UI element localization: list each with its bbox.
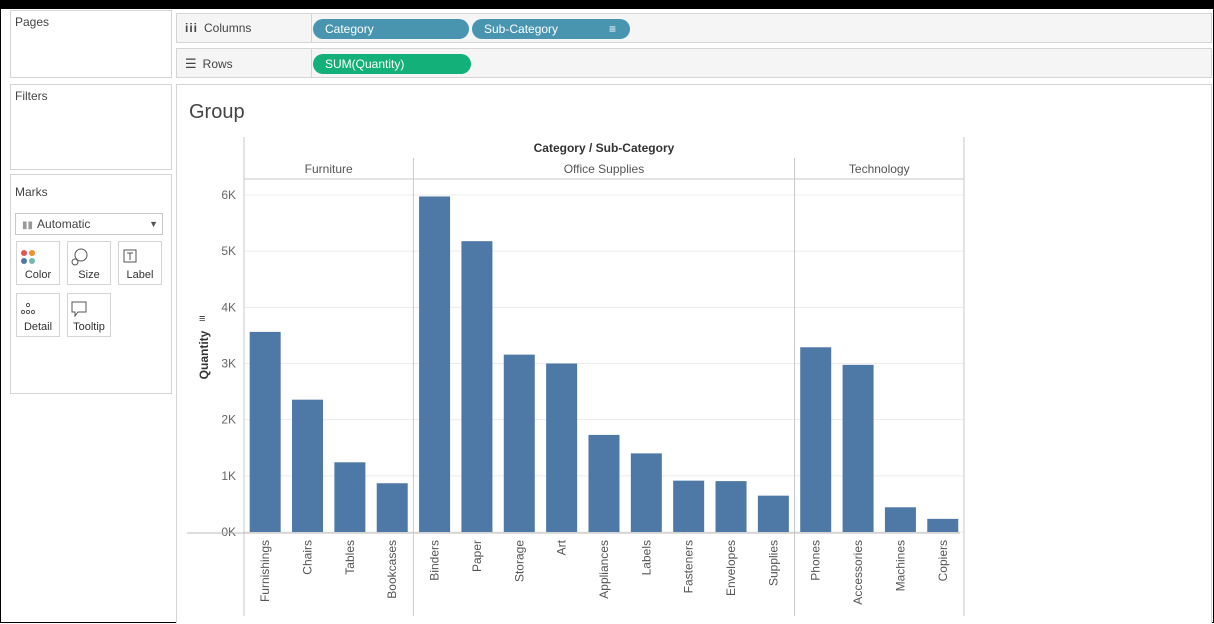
rows-icon: ☰ <box>185 56 197 71</box>
bar-tables <box>334 462 366 532</box>
x-tick-label: Binders <box>428 540 442 581</box>
shelf-divider <box>311 49 312 77</box>
filters-title: Filters <box>15 89 48 103</box>
color-icon <box>21 250 35 264</box>
x-tick-label: Storage <box>512 540 526 582</box>
pages-card[interactable]: Pages <box>10 10 172 78</box>
mark-type-value: Automatic <box>37 217 91 231</box>
sub-category-pill-text: Sub-Category <box>484 22 559 36</box>
x-tick-label: Bookcases <box>385 540 399 599</box>
x-tick-label: Copiers <box>936 540 950 581</box>
header-title: Category / Sub-Category <box>534 141 675 155</box>
group-header-technology: Technology <box>849 162 910 176</box>
bar-chairs <box>292 399 324 532</box>
bar-appliances <box>588 434 620 532</box>
group-header-furniture: Furniture <box>305 162 353 176</box>
bar-binders <box>419 196 451 532</box>
x-tick-label: Envelopes <box>724 540 738 596</box>
bar-copiers <box>927 518 959 532</box>
x-tick-label: Phones <box>809 540 823 581</box>
rows-shelf[interactable]: ☰ Rows SUM(Quantity) <box>176 48 1212 78</box>
y-tick-label: 2K <box>221 413 236 427</box>
bar-supplies <box>757 495 789 532</box>
detail-label: Detail <box>23 321 53 333</box>
columns-icon: iii <box>185 21 199 35</box>
bar-art <box>546 363 578 532</box>
label-label: Label <box>126 269 154 281</box>
group-header-office-supplies: Office Supplies <box>564 162 645 176</box>
pages-title: Pages <box>15 15 50 29</box>
bar-envelopes <box>715 481 747 532</box>
rows-shelf-label: ☰ Rows <box>185 56 233 72</box>
bar-chart-icon: ▮▮ <box>22 220 34 231</box>
y-tick-label: 1K <box>221 469 236 483</box>
sort-icon: ≡ <box>199 313 205 325</box>
sub-category-pill[interactable]: Sub-Category ≡ <box>472 19 630 39</box>
bar-fasteners <box>673 480 705 532</box>
bar-labels <box>630 453 662 532</box>
size-label: Size <box>78 269 100 281</box>
x-tick-label: Labels <box>639 540 653 575</box>
sort-descending-icon: ≡ <box>608 22 616 36</box>
detail-icon <box>20 302 36 315</box>
filters-card[interactable]: Filters <box>10 84 172 170</box>
size-button[interactable]: Size <box>67 241 111 285</box>
y-tick-label: 3K <box>221 357 236 371</box>
detail-button[interactable]: Detail <box>16 293 60 337</box>
y-tick-label: 4K <box>221 300 236 314</box>
x-tick-label: Chairs <box>301 540 315 575</box>
x-tick-label: Appliances <box>597 540 611 599</box>
bar-bookcases <box>376 483 408 532</box>
x-tick-label: Furnishings <box>258 540 272 602</box>
color-button[interactable]: Color <box>16 241 60 285</box>
x-tick-label: Accessories <box>851 540 865 605</box>
y-tick-label: 5K <box>221 244 236 258</box>
y-tick-label: 6K <box>221 188 236 202</box>
label-button[interactable]: Label <box>118 241 162 285</box>
tooltip-icon <box>71 301 87 318</box>
size-icon <box>71 248 88 266</box>
marks-card: Marks ▮▮ Automatic ▼ Color Size Label Det… <box>10 174 172 394</box>
marks-title: Marks <box>15 185 48 199</box>
sum-quantity-pill[interactable]: SUM(Quantity) <box>313 54 471 74</box>
x-tick-label: Fasteners <box>682 540 696 593</box>
mark-type-dropdown[interactable]: ▮▮ Automatic ▼ <box>15 213 163 235</box>
x-tick-label: Supplies <box>766 540 780 586</box>
chevron-down-icon: ▼ <box>149 219 158 229</box>
shelf-divider <box>311 14 312 42</box>
tooltip-button[interactable]: Tooltip <box>67 293 111 337</box>
tooltip-label: Tooltip <box>73 321 105 333</box>
category-pill[interactable]: Category <box>313 19 469 39</box>
x-tick-label: Tables <box>343 540 357 575</box>
bar-phones <box>800 347 832 532</box>
y-tick-label: 0K <box>221 525 236 539</box>
bar-accessories <box>842 364 874 532</box>
y-axis-label: Quantity <box>197 330 211 379</box>
columns-shelf-label: iii Columns <box>185 21 251 35</box>
bar-machines <box>884 507 916 532</box>
x-tick-label: Art <box>555 539 569 555</box>
x-tick-label: Machines <box>893 540 907 591</box>
bar-chart: 0K 1K 2K 3K 4K 5K 6K Category / Sub-Category Fur… <box>187 137 965 616</box>
x-tick-label: Paper <box>470 540 484 572</box>
bar-furnishings <box>249 331 281 532</box>
rows-label-text: Rows <box>202 57 233 71</box>
color-label: Color <box>24 269 52 281</box>
columns-shelf[interactable]: iii Columns Category Sub-Category ≡ <box>176 13 1212 43</box>
bar-storage <box>503 354 535 532</box>
bar-paper <box>461 241 493 532</box>
columns-label-text: Columns <box>204 21 252 35</box>
label-icon <box>123 249 137 263</box>
worksheet-view: Group 0K 1K 2K 3K 4K 5K 6K Category / Sub-Categ… <box>176 84 1212 623</box>
